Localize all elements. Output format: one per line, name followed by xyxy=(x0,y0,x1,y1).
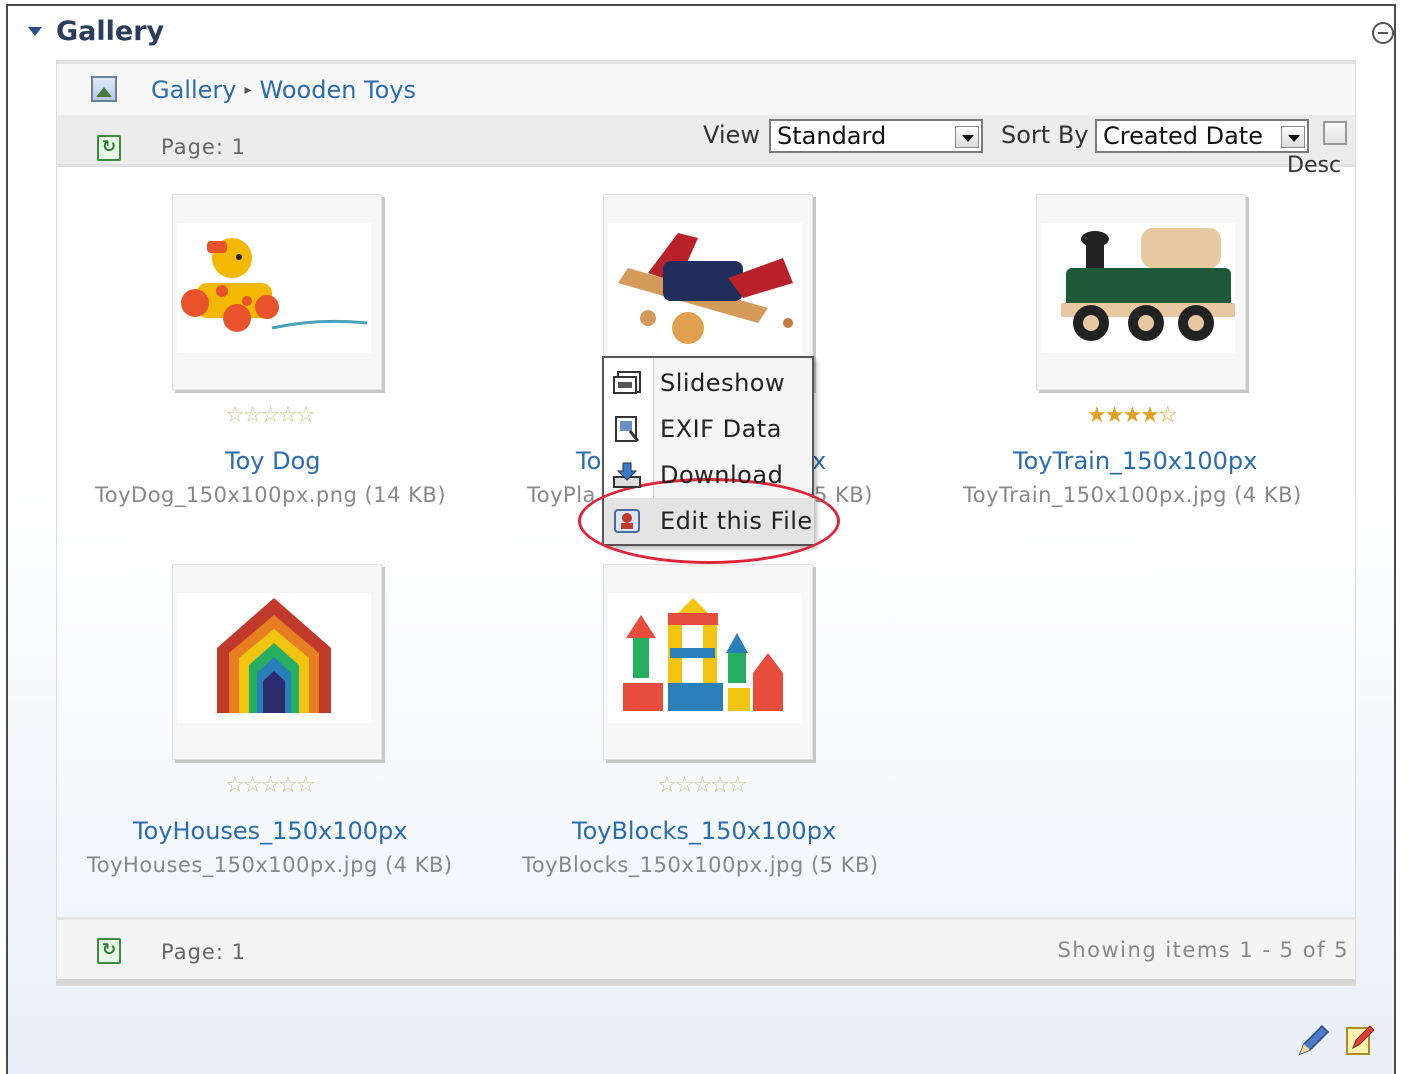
module-header[interactable]: Gallery xyxy=(28,16,164,47)
item-file-toy-train: ToyTrain_150x100px.jpg (4 KB) xyxy=(963,483,1302,507)
breadcrumb-bar: Gallery ▸ Wooden Toys xyxy=(57,61,1355,115)
refresh-icon[interactable]: ↻ xyxy=(97,938,121,964)
thumbnail-toy-dog[interactable] xyxy=(172,194,382,390)
rating-stars[interactable]: ☆☆☆☆☆ xyxy=(225,773,316,798)
thumbnail-toy-train[interactable] xyxy=(1036,194,1246,390)
toy-plane-image[interactable] xyxy=(608,223,802,353)
rating-stars[interactable]: ★★★★☆ xyxy=(1087,403,1178,428)
thumbnail-toy-houses[interactable] xyxy=(172,564,382,760)
menu-item-slideshow[interactable]: Slideshow xyxy=(604,360,814,406)
item-title-toy-dog[interactable]: Toy Dog xyxy=(225,447,321,475)
menu-item-label: EXIF Data xyxy=(660,415,782,443)
item-file-toy-houses: ToyHouses_150x100px.jpg (4 KB) xyxy=(87,853,453,877)
item-title-toy-houses[interactable]: ToyHouses_150x100px xyxy=(133,817,407,845)
menu-item-label: Download xyxy=(660,461,784,489)
rating-stars[interactable]: ☆☆☆☆☆ xyxy=(657,773,748,798)
chevron-down-icon[interactable] xyxy=(955,126,979,148)
menu-item-label: Edit this File xyxy=(660,507,813,535)
view-label: View xyxy=(703,121,760,149)
thumbnail-toy-blocks[interactable] xyxy=(603,564,813,760)
view-select-value: Standard xyxy=(777,122,887,150)
sort-by-label: Sort By xyxy=(1001,121,1089,149)
sort-select[interactable]: Created Date xyxy=(1095,119,1309,153)
item-title-toy-plane-right[interactable]: x xyxy=(812,447,826,475)
gallery-picture-icon xyxy=(91,76,117,102)
context-menu: Slideshow EXIF Data Download Edit this F… xyxy=(602,356,814,546)
toy-train-image[interactable] xyxy=(1041,223,1235,353)
exif-icon xyxy=(615,416,640,442)
page-indicator: Page: 1 xyxy=(161,135,246,159)
item-file-toy-dog: ToyDog_150x100px.png (14 KB) xyxy=(95,483,447,507)
rating-stars[interactable]: ☆☆☆☆☆ xyxy=(225,403,316,428)
minimize-icon[interactable] xyxy=(1372,22,1394,44)
refresh-icon[interactable]: ↻ xyxy=(97,135,121,161)
menu-item-exif-data[interactable]: EXIF Data xyxy=(604,406,814,452)
item-file-toy-blocks: ToyBlocks_150x100px.jpg (5 KB) xyxy=(522,853,879,877)
breadcrumb-gallery-link[interactable]: Gallery xyxy=(151,76,236,104)
item-title-toy-plane-left[interactable]: To xyxy=(576,447,601,475)
edit-file-icon xyxy=(614,509,640,533)
items-count: Showing items 1 - 5 of 5 xyxy=(1057,938,1349,962)
item-title-toy-train[interactable]: ToyTrain_150x100px xyxy=(1013,447,1257,475)
pencil-icon[interactable] xyxy=(1296,1024,1330,1058)
item-title-toy-blocks[interactable]: ToyBlocks_150x100px xyxy=(572,817,836,845)
download-icon xyxy=(613,462,641,488)
menu-item-label: Slideshow xyxy=(660,369,786,397)
breadcrumb: Gallery ▸ Wooden Toys xyxy=(151,76,416,104)
toy-houses-image[interactable] xyxy=(177,593,371,723)
desc-checkbox[interactable] xyxy=(1323,121,1347,145)
gallery-footer: ↻ Page: 1 Showing items 1 - 5 of 5 xyxy=(57,917,1355,985)
page-indicator: Page: 1 xyxy=(161,940,246,964)
chevron-down-icon[interactable] xyxy=(1281,126,1305,148)
sort-select-value: Created Date xyxy=(1103,122,1263,150)
desc-label: Desc xyxy=(1287,153,1342,178)
toy-dog-image[interactable] xyxy=(177,223,371,353)
view-select[interactable]: Standard xyxy=(769,119,983,153)
slideshow-icon xyxy=(613,371,641,394)
item-file-toy-plane-left: ToyPla xyxy=(527,483,596,507)
toy-blocks-image[interactable] xyxy=(608,593,802,723)
module-title: Gallery xyxy=(56,16,165,47)
breadcrumb-separator-icon: ▸ xyxy=(244,82,252,98)
breadcrumb-wooden-toys-link[interactable]: Wooden Toys xyxy=(260,76,417,104)
collapse-triangle-icon[interactable] xyxy=(28,27,42,36)
edit-content-icon[interactable] xyxy=(1344,1022,1376,1056)
gallery-toolbar: ↻ Page: 1 View Standard Sort By Created … xyxy=(57,115,1355,178)
